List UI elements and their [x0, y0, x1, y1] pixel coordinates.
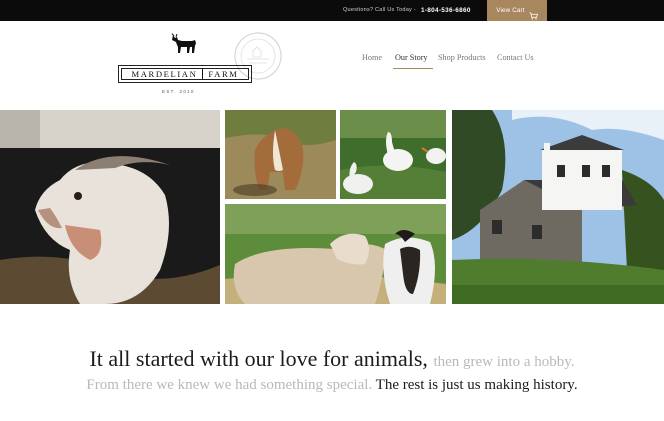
two-goats-photo — [225, 204, 446, 304]
call-prompt: Questions? Call Us Today - — [343, 7, 416, 13]
nav-home[interactable]: Home — [362, 53, 382, 67]
logo-name-right: FARM — [208, 69, 239, 79]
nav-our-story[interactable]: Our Story — [395, 53, 428, 67]
brown-goat-photo — [225, 110, 336, 199]
white-geese-photo — [340, 110, 446, 199]
goat-silhouette-icon[interactable] — [170, 33, 200, 55]
nav-contact-us[interactable]: Contact Us — [497, 53, 534, 67]
tagline-line1-dark: It all started with our love for animals… — [89, 346, 428, 371]
logo-established: EST. 2010 — [162, 89, 195, 94]
logo-divider — [202, 69, 204, 79]
story-tagline-line1: It all started with our love for animals… — [0, 346, 664, 372]
phone-number[interactable]: 1-804-536-6860 — [421, 0, 471, 21]
view-cart-label: View Cart — [496, 7, 525, 14]
story-tagline-line2: From there we knew we had something spec… — [0, 377, 664, 394]
nav-active-underline — [393, 68, 433, 70]
cart-icon — [529, 7, 538, 20]
logo-wordmark[interactable]: MARDELIAN FARM — [118, 65, 252, 83]
top-bar: Questions? Call Us Today - 1-804-536-686… — [0, 0, 664, 21]
logo-text: MARDELIAN FARM — [131, 69, 238, 79]
view-cart-button[interactable]: View Cart — [487, 0, 547, 21]
tagline-line2-light: From there we knew we had something spec… — [86, 377, 373, 393]
nav-shop-products[interactable]: Shop Products — [438, 53, 486, 67]
logo-name-left: MARDELIAN — [131, 69, 198, 79]
goat-closeup-photo — [0, 110, 220, 304]
stone-farmhouse-photo — [452, 110, 664, 304]
tagline-line1-light: then grew into a hobby. — [433, 354, 575, 370]
tagline-line2-dark: The rest is just us making history. — [375, 377, 578, 393]
